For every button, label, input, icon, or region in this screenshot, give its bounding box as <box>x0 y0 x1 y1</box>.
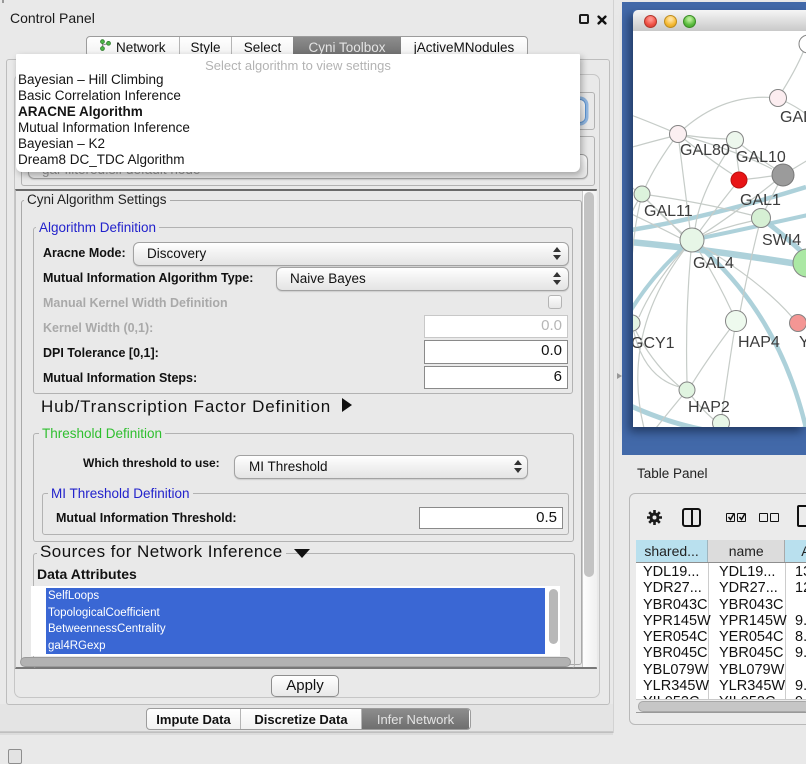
svg-text:GAL11: GAL11 <box>644 203 693 220</box>
svg-text:SWI4: SWI4 <box>762 232 801 249</box>
svg-text:GAL1: GAL1 <box>740 192 781 209</box>
svg-text:HAP4: HAP4 <box>738 334 780 351</box>
svg-text:GAL80: GAL80 <box>780 109 806 126</box>
svg-text:HAP2: HAP2 <box>688 399 730 416</box>
svg-text:YD: YD <box>799 334 806 351</box>
svg-text:GAL10: GAL10 <box>736 149 786 166</box>
svg-text:GAL4: GAL4 <box>693 255 734 272</box>
svg-text:GAL80: GAL80 <box>680 142 730 159</box>
svg-text:GCY1: GCY1 <box>633 335 675 352</box>
